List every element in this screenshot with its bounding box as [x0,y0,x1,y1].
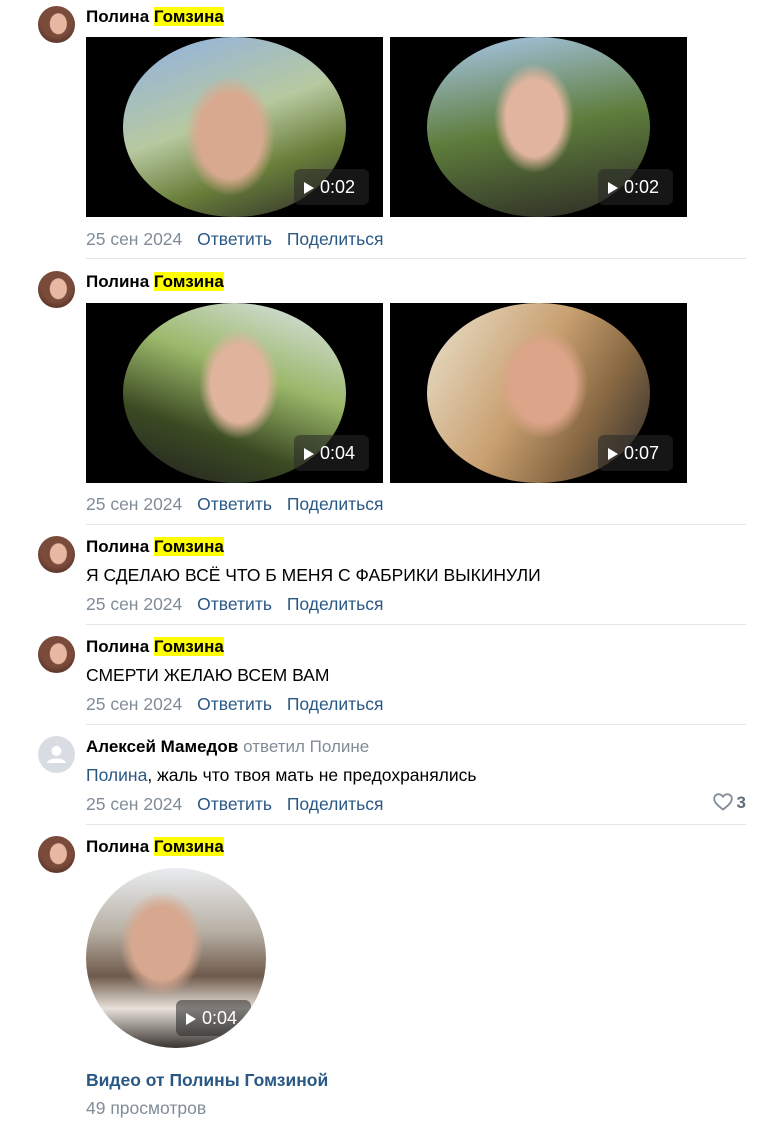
video-duration: 0:07 [598,435,673,471]
like-button[interactable]: 3 [712,792,746,814]
author-name[interactable]: Полина Гомзина [86,272,224,292]
video-thumbnail[interactable]: 0:04 [86,303,383,483]
comment-text: Я СДЕЛАЮ ВСЁ ЧТО Б МЕНЯ С ФАБРИКИ ВЫКИНУ… [86,565,541,585]
author-last-name: Гомзина [153,7,224,26]
play-icon [608,448,618,460]
avatar[interactable] [38,536,75,573]
mention-link[interactable]: Полина [86,765,147,785]
author-first-name: Полина [86,637,150,656]
author-first-name: Полина [86,7,150,26]
reply-button[interactable]: Ответить [197,494,272,514]
share-button[interactable]: Поделиться [287,594,384,614]
divider [86,824,746,825]
video-thumbnail[interactable]: 0:04 [86,868,266,1048]
video-duration: 0:04 [294,435,369,471]
reply-button[interactable]: Ответить [197,229,272,249]
author-last-name: Гомзина [153,272,224,291]
author-name[interactable]: Полина Гомзина [86,537,224,557]
author-first-name: Полина [86,272,150,291]
author-last-name: Гомзина [153,837,224,856]
avatar[interactable] [38,271,75,308]
author-name[interactable]: Полина Гомзина [86,7,224,27]
avatar[interactable] [38,736,75,773]
divider [86,624,746,625]
comment-meta: 25 сен 2024 Ответить Поделиться [86,793,393,815]
author-first-name: Полина [86,837,150,856]
avatar[interactable] [38,6,75,43]
author-full-name: Алексей Мамедов [86,737,239,756]
share-button[interactable]: Поделиться [287,229,384,249]
comment-text: СМЕРТИ ЖЕЛАЮ ВСЕМ ВАМ [86,665,330,685]
comment-text-rest: , жаль что твоя мать не предохранялись [147,765,477,785]
comment-meta: 25 сен 2024 Ответить Поделиться [86,228,393,250]
reply-button[interactable]: Ответить [197,794,272,814]
video-duration: 0:02 [294,169,369,205]
play-icon [304,448,314,460]
comment-date[interactable]: 25 сен 2024 [86,794,182,814]
video-title[interactable]: Видео от Полины Гомзиной [86,1069,328,1091]
play-icon [186,1013,196,1025]
author-last-name: Гомзина [153,537,224,556]
avatar[interactable] [38,636,75,673]
author-name[interactable]: Полина Гомзина [86,837,224,857]
divider [86,524,746,525]
author-name[interactable]: Полина Гомзина [86,637,224,657]
replied-to[interactable]: ответил Полине [243,737,369,756]
share-button[interactable]: Поделиться [287,694,384,714]
video-duration: 0:02 [598,169,673,205]
share-button[interactable]: Поделиться [287,494,384,514]
video-duration: 0:04 [176,1000,251,1036]
heart-icon [712,793,733,811]
comment-meta: 25 сен 2024 Ответить Поделиться [86,693,393,715]
video-views: 49 просмотров [86,1098,207,1118]
author-name[interactable]: Алексей Мамедов ответил Полине [86,737,369,757]
video-thumbnail[interactable]: 0:02 [86,37,383,217]
share-button[interactable]: Поделиться [287,794,384,814]
divider [86,724,746,725]
author-last-name: Гомзина [153,637,224,656]
comment-meta: 25 сен 2024 Ответить Поделиться [86,593,393,615]
avatar[interactable] [38,836,75,873]
reply-button[interactable]: Ответить [197,694,272,714]
comment-text: Полина, жаль что твоя мать не предохраня… [86,764,477,786]
divider [86,258,746,259]
comment-date[interactable]: 25 сен 2024 [86,494,182,514]
comment-date[interactable]: 25 сен 2024 [86,594,182,614]
comment-date[interactable]: 25 сен 2024 [86,694,182,714]
like-count: 3 [736,793,746,812]
comment-date[interactable]: 25 сен 2024 [86,229,182,249]
play-icon [608,182,618,194]
play-icon [304,182,314,194]
comment-meta: 25 сен 2024 Ответить Поделиться [86,493,393,515]
author-first-name: Полина [86,537,150,556]
video-thumbnail[interactable]: 0:02 [390,37,687,217]
user-icon [47,746,66,763]
video-thumbnail[interactable]: 0:07 [390,303,687,483]
reply-button[interactable]: Ответить [197,594,272,614]
